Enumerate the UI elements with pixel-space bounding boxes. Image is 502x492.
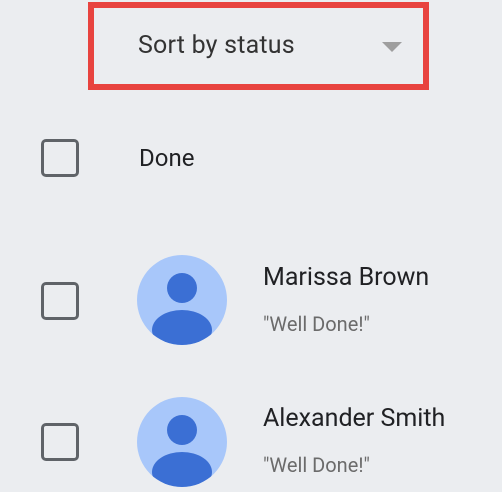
contact-status: "Well Done!" xyxy=(263,453,370,477)
group-header-done: Done xyxy=(139,144,195,172)
person-avatar-icon xyxy=(137,397,227,487)
sort-dropdown-label: Sort by status xyxy=(138,31,295,60)
contact-list-screen: Sort by status Done Marissa Brown "Well … xyxy=(0,0,502,492)
contact-status: "Well Done!" xyxy=(263,312,370,336)
contact-checkbox-marissa-brown[interactable] xyxy=(41,282,79,320)
dropdown-arrow-icon xyxy=(382,42,402,52)
contact-name: Alexander Smith xyxy=(263,404,446,433)
sort-dropdown[interactable]: Sort by status xyxy=(95,9,422,83)
contact-name: Marissa Brown xyxy=(263,263,430,292)
person-avatar-icon xyxy=(137,255,227,345)
select-all-done-checkbox[interactable] xyxy=(41,139,79,177)
contact-checkbox-alexander-smith[interactable] xyxy=(41,423,79,461)
